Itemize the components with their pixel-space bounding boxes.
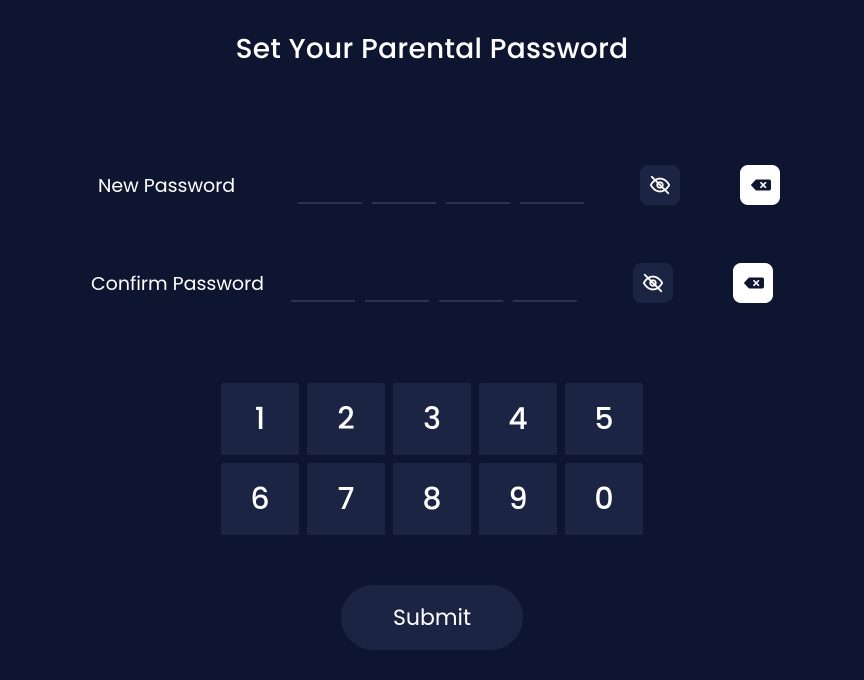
submit-button[interactable]: Submit xyxy=(341,585,523,650)
new-password-label: New Password xyxy=(98,171,278,200)
password-section: New Password xyxy=(0,165,864,303)
key-3[interactable]: 3 xyxy=(393,383,471,455)
backspace-new[interactable] xyxy=(740,165,780,205)
backspace-confirm[interactable] xyxy=(733,263,773,303)
pin-slot[interactable] xyxy=(365,264,429,302)
key-7[interactable]: 7 xyxy=(307,463,385,535)
eye-off-icon xyxy=(642,272,664,294)
key-2[interactable]: 2 xyxy=(307,383,385,455)
pin-slot[interactable] xyxy=(372,166,436,204)
pin-slot[interactable] xyxy=(439,264,503,302)
key-4[interactable]: 4 xyxy=(479,383,557,455)
backspace-icon xyxy=(749,174,771,196)
key-5[interactable]: 5 xyxy=(565,383,643,455)
backspace-icon xyxy=(742,272,764,294)
key-1[interactable]: 1 xyxy=(221,383,299,455)
eye-off-icon xyxy=(649,174,671,196)
toggle-visibility-confirm[interactable] xyxy=(633,263,673,303)
numeric-keypad: 1 2 3 4 5 6 7 8 9 0 xyxy=(221,383,643,535)
page-title: Set Your Parental Password xyxy=(236,28,629,70)
confirm-password-slots xyxy=(291,264,577,302)
pin-slot[interactable] xyxy=(446,166,510,204)
key-0[interactable]: 0 xyxy=(565,463,643,535)
pin-slot[interactable] xyxy=(513,264,577,302)
confirm-password-label: Confirm Password xyxy=(91,269,271,298)
new-password-slots xyxy=(298,166,584,204)
pin-slot[interactable] xyxy=(291,264,355,302)
pin-slot[interactable] xyxy=(298,166,362,204)
key-6[interactable]: 6 xyxy=(221,463,299,535)
key-9[interactable]: 9 xyxy=(479,463,557,535)
parental-password-container: Set Your Parental Password New Password xyxy=(0,0,864,680)
toggle-visibility-new[interactable] xyxy=(640,165,680,205)
pin-slot[interactable] xyxy=(520,166,584,204)
new-password-row: New Password xyxy=(0,165,864,205)
confirm-password-row: Confirm Password xyxy=(0,263,864,303)
key-8[interactable]: 8 xyxy=(393,463,471,535)
